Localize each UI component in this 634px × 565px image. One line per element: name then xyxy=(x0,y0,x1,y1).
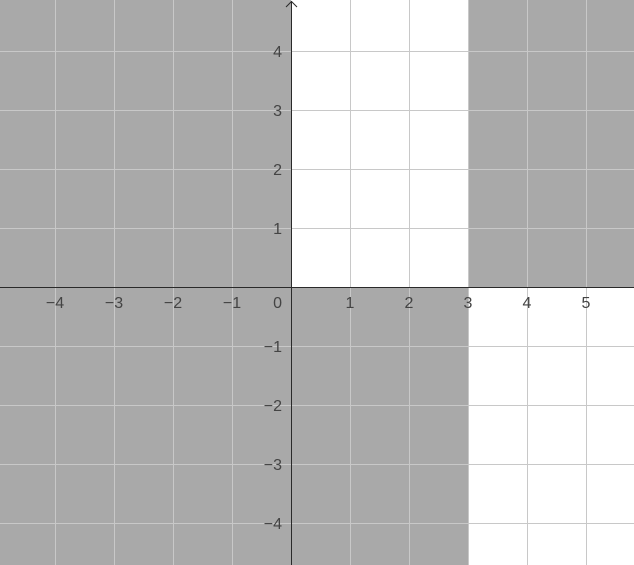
x-tick-label: 5 xyxy=(582,295,591,312)
y-tick-label: 1 xyxy=(273,221,282,238)
y-tick-label: 2 xyxy=(273,162,282,179)
shaded-region-1 xyxy=(0,0,291,287)
origin-label: 0 xyxy=(273,295,282,312)
shaded-region-2 xyxy=(468,0,634,287)
x-tick-label: 3 xyxy=(464,295,473,312)
x-tick-label: 2 xyxy=(405,295,414,312)
x-tick-label: −4 xyxy=(46,295,64,312)
coordinate-plane: 5−4−3−2−1123450−4−3−2−11234 xyxy=(0,0,634,565)
y-tick-label: −1 xyxy=(264,339,282,356)
x-tick-label: −3 xyxy=(105,295,123,312)
x-tick-label: 4 xyxy=(523,295,532,312)
x-tick-label: −1 xyxy=(223,295,241,312)
y-tick-label: 3 xyxy=(273,103,282,120)
x-tick-label: 1 xyxy=(346,295,355,312)
x-tick-label: −2 xyxy=(164,295,182,312)
y-tick-label: −4 xyxy=(264,516,282,533)
y-tick-label: 4 xyxy=(273,44,282,61)
y-tick-label: −2 xyxy=(264,398,282,415)
y-tick-label: −3 xyxy=(264,457,282,474)
